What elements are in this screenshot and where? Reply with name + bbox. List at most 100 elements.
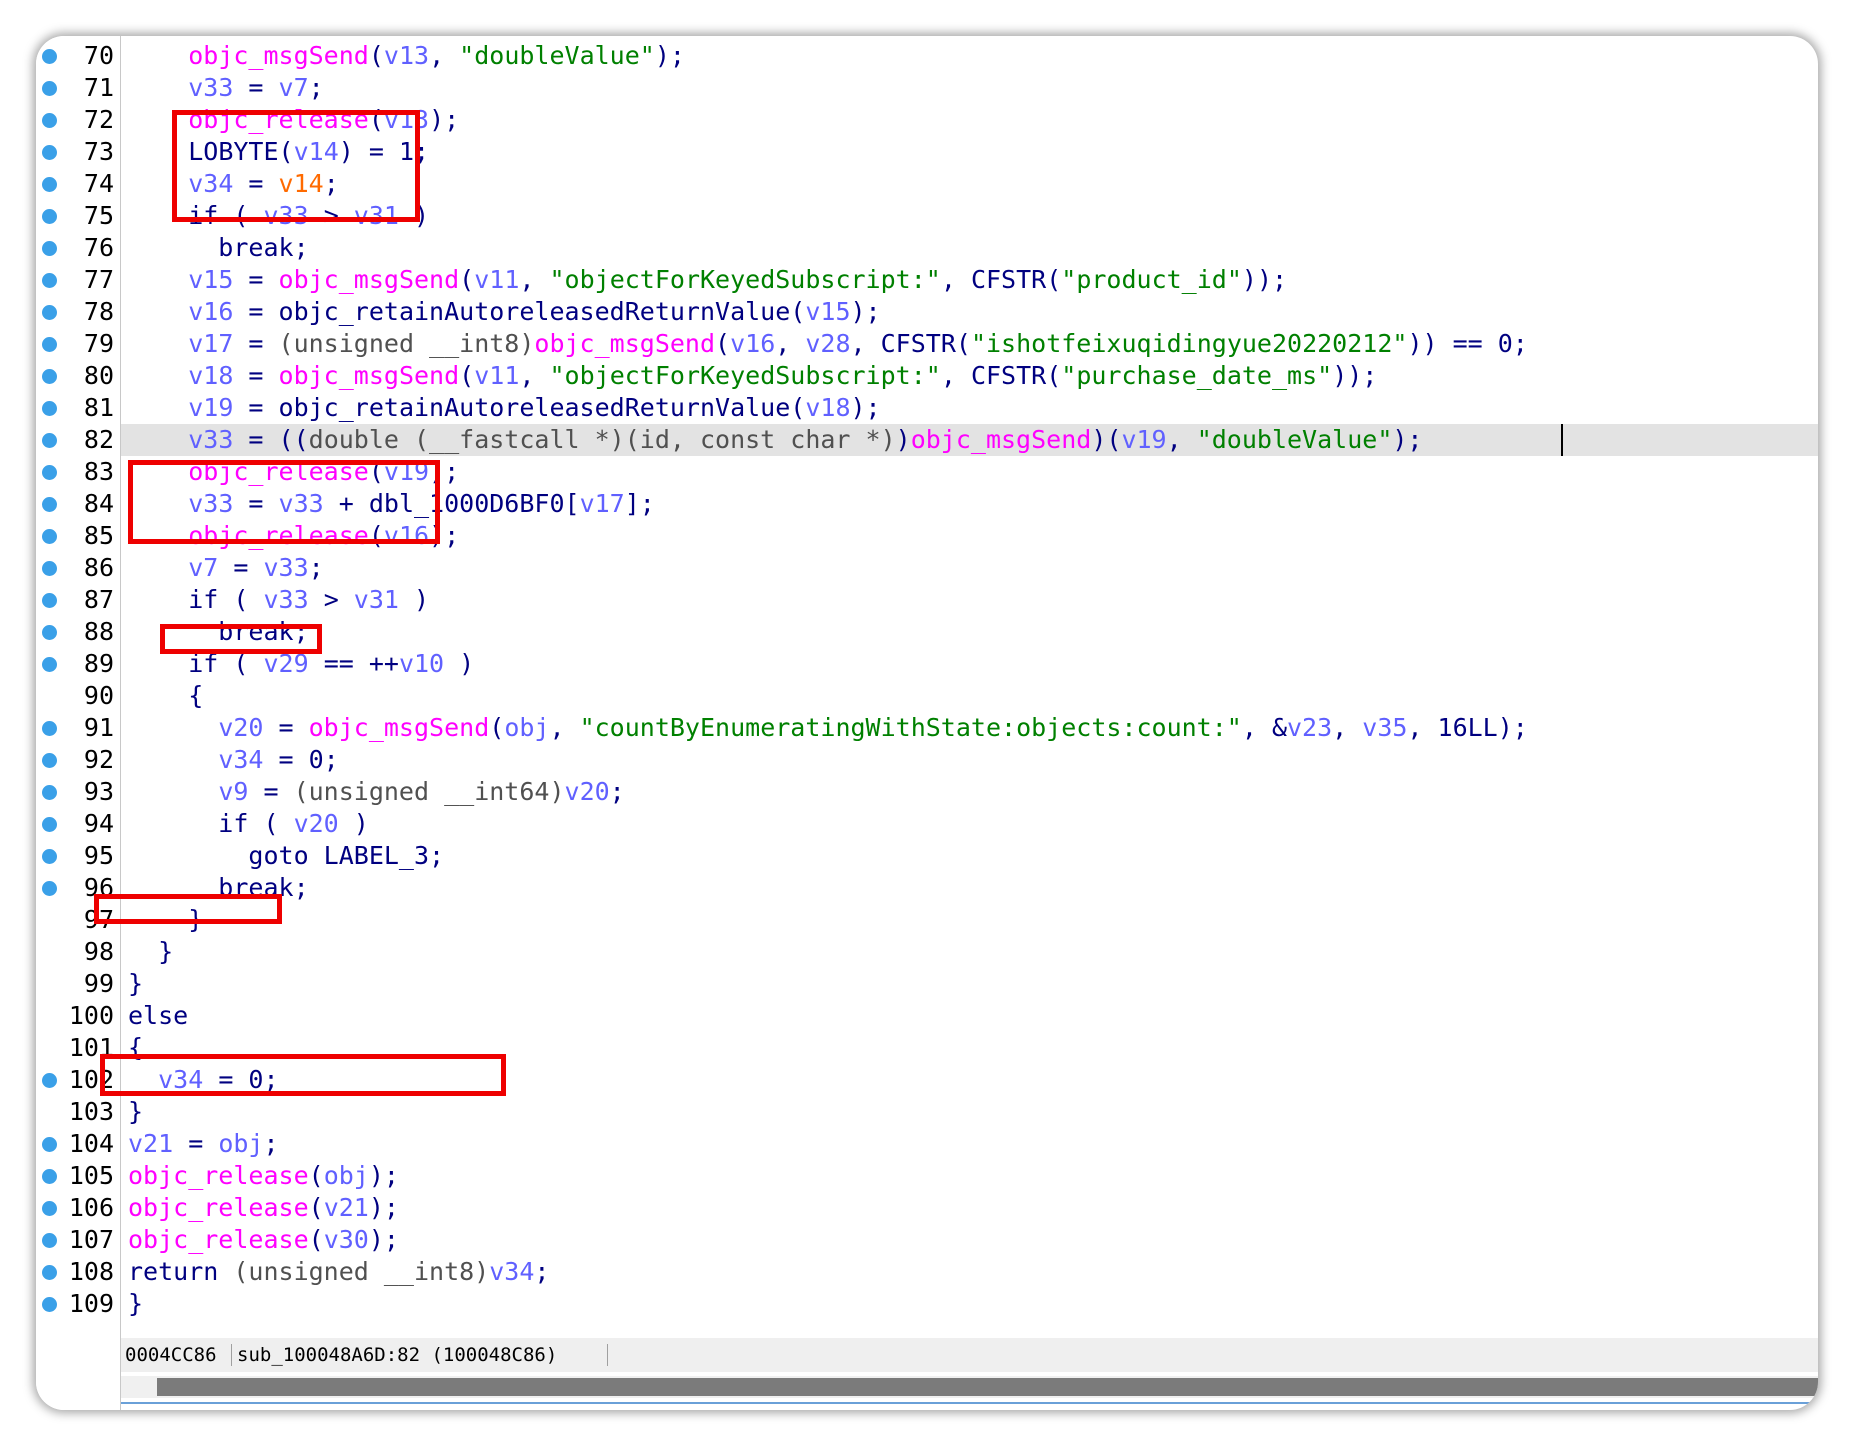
code-line[interactable]: 76 break; [36, 232, 1818, 264]
code-text[interactable]: v33 = v7; [128, 72, 323, 104]
breakpoint-marker-icon[interactable] [42, 1297, 57, 1312]
breakpoint-marker-icon[interactable] [42, 241, 57, 256]
code-line[interactable]: 83 objc_release(v19); [36, 456, 1818, 488]
code-line[interactable]: 91 v20 = objc_msgSend(obj, "countByEnume… [36, 712, 1818, 744]
code-line[interactable]: 77 v15 = objc_msgSend(v11, "objectForKey… [36, 264, 1818, 296]
code-text[interactable]: objc_release(v13); [128, 104, 459, 136]
code-line[interactable]: 107 objc_release(v30); [36, 1224, 1818, 1256]
code-line[interactable]: 90 { [36, 680, 1818, 712]
code-text[interactable]: break; [128, 232, 308, 264]
code-line[interactable]: 74 v34 = v14; [36, 168, 1818, 200]
breakpoint-marker-icon[interactable] [42, 305, 57, 320]
code-line[interactable]: 108 return (unsigned __int8)v34; [36, 1256, 1818, 1288]
code-line[interactable]: 85 objc_release(v16); [36, 520, 1818, 552]
code-line[interactable]: 73 LOBYTE(v14) = 1; [36, 136, 1818, 168]
code-text[interactable]: if ( v33 > v31 ) [128, 200, 429, 232]
code-text[interactable]: objc_release(obj); [128, 1160, 399, 1192]
breakpoint-marker-icon[interactable] [42, 49, 57, 64]
code-line[interactable]: 100 else [36, 1000, 1818, 1032]
code-line[interactable]: 93 v9 = (unsigned __int64)v20; [36, 776, 1818, 808]
horizontal-scrollbar[interactable] [121, 1376, 1818, 1398]
code-line[interactable]: 70 objc_msgSend(v13, "doubleValue"); [36, 40, 1818, 72]
breakpoint-marker-icon[interactable] [42, 177, 57, 192]
breakpoint-marker-icon[interactable] [42, 337, 57, 352]
code-line[interactable]: 84 v33 = v33 + dbl_1000D6BF0[v17]; [36, 488, 1818, 520]
breakpoint-marker-icon[interactable] [42, 369, 57, 384]
code-line[interactable]: 78 v16 = objc_retainAutoreleasedReturnVa… [36, 296, 1818, 328]
code-text[interactable]: } [128, 1096, 143, 1128]
code-line[interactable]: 98 } [36, 936, 1818, 968]
breakpoint-marker-icon[interactable] [42, 721, 57, 736]
code-text[interactable]: objc_msgSend(v13, "doubleValue"); [128, 40, 685, 72]
breakpoint-marker-icon[interactable] [42, 785, 57, 800]
code-text[interactable]: objc_release(v19); [128, 456, 459, 488]
code-text[interactable]: break; [128, 872, 308, 904]
code-text[interactable]: objc_release(v16); [128, 520, 459, 552]
code-text[interactable]: break; [128, 616, 308, 648]
code-text[interactable]: objc_release(v30); [128, 1224, 399, 1256]
code-text[interactable]: if ( v33 > v31 ) [128, 584, 429, 616]
breakpoint-marker-icon[interactable] [42, 1233, 57, 1248]
breakpoint-marker-icon[interactable] [42, 1137, 57, 1152]
breakpoint-marker-icon[interactable] [42, 817, 57, 832]
breakpoint-marker-icon[interactable] [42, 497, 57, 512]
breakpoint-marker-icon[interactable] [42, 753, 57, 768]
code-text[interactable]: } [128, 936, 173, 968]
breakpoint-marker-icon[interactable] [42, 1169, 57, 1184]
code-line[interactable]: 105 objc_release(obj); [36, 1160, 1818, 1192]
breakpoint-marker-icon[interactable] [42, 113, 57, 128]
code-text[interactable]: } [128, 904, 203, 936]
breakpoint-marker-icon[interactable] [42, 145, 57, 160]
breakpoint-marker-icon[interactable] [42, 273, 57, 288]
code-text[interactable]: goto LABEL_3; [128, 840, 444, 872]
code-line[interactable]: 88 break; [36, 616, 1818, 648]
code-text[interactable]: v21 = obj; [128, 1128, 279, 1160]
code-text[interactable]: v20 = objc_msgSend(obj, "countByEnumerat… [128, 712, 1528, 744]
code-text[interactable]: objc_release(v21); [128, 1192, 399, 1224]
breakpoint-marker-icon[interactable] [42, 625, 57, 640]
code-line[interactable]: 92 v34 = 0; [36, 744, 1818, 776]
breakpoint-marker-icon[interactable] [42, 465, 57, 480]
code-line[interactable]: 97 } [36, 904, 1818, 936]
code-text[interactable]: v15 = objc_msgSend(v11, "objectForKeyedS… [128, 264, 1287, 296]
breakpoint-marker-icon[interactable] [42, 433, 57, 448]
code-line[interactable]: 89 if ( v29 == ++v10 ) [36, 648, 1818, 680]
code-text[interactable]: v19 = objc_retainAutoreleasedReturnValue… [128, 392, 880, 424]
code-line[interactable]: 99} [36, 968, 1818, 1000]
breakpoint-marker-icon[interactable] [42, 1265, 57, 1280]
code-text[interactable]: { [128, 1032, 143, 1064]
code-text[interactable]: } [128, 968, 143, 1000]
pseudocode-view[interactable]: 70 objc_msgSend(v13, "doubleValue"); 71 v… [36, 40, 1818, 1320]
code-line[interactable]: 80 v18 = objc_msgSend(v11, "objectForKey… [36, 360, 1818, 392]
breakpoint-marker-icon[interactable] [42, 561, 57, 576]
code-line[interactable]: 79 v17 = (unsigned __int8)objc_msgSend(v… [36, 328, 1818, 360]
code-line[interactable]: 109} [36, 1288, 1818, 1320]
code-text[interactable]: v34 = v14; [128, 168, 339, 200]
breakpoint-marker-icon[interactable] [42, 657, 57, 672]
code-text[interactable]: return (unsigned __int8)v34; [128, 1256, 549, 1288]
breakpoint-marker-icon[interactable] [42, 1073, 57, 1088]
code-line[interactable]: 75 if ( v33 > v31 ) [36, 200, 1818, 232]
breakpoint-marker-icon[interactable] [42, 1201, 57, 1216]
code-text[interactable]: else [128, 1000, 188, 1032]
code-text[interactable]: v34 = 0; [128, 744, 338, 776]
code-text[interactable]: v17 = (unsigned __int8)objc_msgSend(v16,… [128, 328, 1528, 360]
breakpoint-marker-icon[interactable] [42, 401, 57, 416]
breakpoint-marker-icon[interactable] [42, 81, 57, 96]
code-text[interactable]: } [128, 1288, 143, 1320]
code-text[interactable]: v9 = (unsigned __int64)v20; [128, 776, 624, 808]
code-line[interactable]: 94 if ( v20 ) [36, 808, 1818, 840]
code-text[interactable]: v7 = v33; [128, 552, 323, 584]
code-text[interactable]: v34 = 0; [128, 1064, 278, 1096]
code-line[interactable]: 87 if ( v33 > v31 ) [36, 584, 1818, 616]
code-line[interactable]: 86 v7 = v33; [36, 552, 1818, 584]
breakpoint-marker-icon[interactable] [42, 593, 57, 608]
code-text[interactable]: LOBYTE(v14) = 1; [128, 136, 429, 168]
code-text[interactable]: v33 = v33 + dbl_1000D6BF0[v17]; [128, 488, 655, 520]
code-line[interactable]: 106 objc_release(v21); [36, 1192, 1818, 1224]
code-line[interactable]: 72 objc_release(v13); [36, 104, 1818, 136]
code-text[interactable]: v16 = objc_retainAutoreleasedReturnValue… [128, 296, 880, 328]
breakpoint-marker-icon[interactable] [42, 849, 57, 864]
code-text[interactable]: v33 = ((double (__fastcall *)(id, const … [128, 424, 1422, 456]
code-text[interactable]: if ( v29 == ++v10 ) [128, 648, 474, 680]
